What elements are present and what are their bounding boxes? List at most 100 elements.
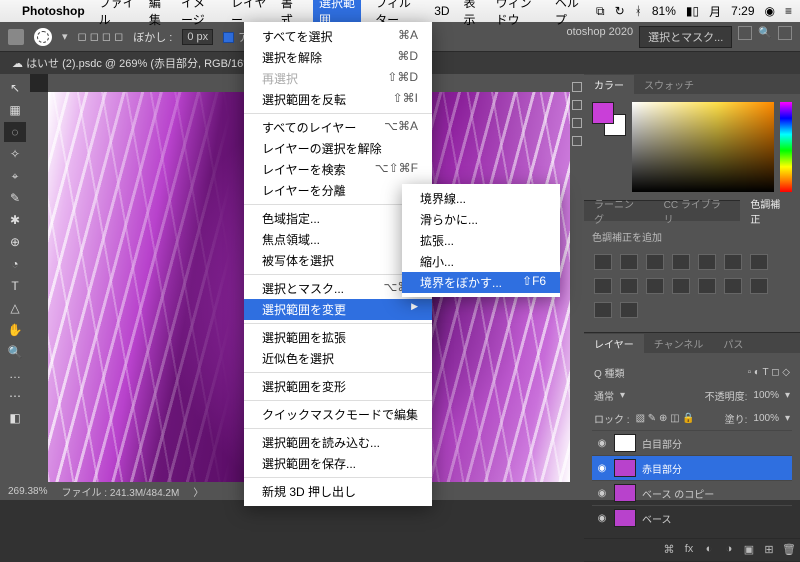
submenu-item[interactable]: 拡張...	[402, 230, 560, 251]
char-icon[interactable]	[572, 118, 582, 128]
adj-hue-icon[interactable]	[724, 254, 742, 270]
submenu-item[interactable]: 縮小...	[402, 251, 560, 272]
layer-row[interactable]: ◉ベース のコピー	[592, 480, 792, 505]
tool-3[interactable]: ✧	[4, 144, 26, 164]
hue-slider[interactable]	[780, 102, 792, 192]
tool-7[interactable]: ⊕	[4, 232, 26, 252]
tool-15[interactable]: ◧	[4, 408, 26, 428]
lock-icons[interactable]: ▧ ✎ ⊕ ◫ 🔒	[636, 413, 695, 424]
para-icon[interactable]	[572, 136, 582, 146]
menu-item[interactable]: クイックマスクモードで編集	[244, 404, 432, 425]
fill-value[interactable]: 100%	[753, 413, 779, 424]
layer-row[interactable]: ◉白目部分	[592, 430, 792, 455]
adj-curves-icon[interactable]	[646, 254, 664, 270]
menu-item[interactable]: レイヤーの選択を解除	[244, 138, 432, 159]
bluetooth-icon[interactable]: ᚼ	[635, 4, 642, 18]
share-icon[interactable]	[778, 26, 792, 40]
tab-cclib[interactable]: CC ライブラリ	[654, 194, 741, 228]
submenu-item[interactable]: 境界をぼかす...⇧F6	[402, 272, 560, 293]
tool-14[interactable]: ⋯	[4, 386, 26, 406]
marquee-tool-icon[interactable]	[34, 28, 52, 46]
visibility-icon[interactable]: ◉	[596, 463, 608, 474]
menu-item[interactable]: 選択範囲を反転⇧⌘I	[244, 89, 432, 110]
tool-0[interactable]: ↖	[4, 78, 26, 98]
tab-layers[interactable]: レイヤー	[584, 334, 644, 353]
menu-3d[interactable]: 3D	[434, 4, 449, 18]
submenu-item[interactable]: 境界線...	[402, 188, 560, 209]
tool-9[interactable]: T	[4, 276, 26, 296]
menu-item[interactable]: レイヤーを検索⌥⇧⌘F	[244, 159, 432, 180]
menu-item[interactable]: 選択範囲を変形	[244, 376, 432, 397]
menu-window[interactable]: ウィンドウ	[496, 0, 541, 28]
tab-channels[interactable]: チャンネル	[644, 334, 714, 353]
tool-6[interactable]: ✱	[4, 210, 26, 230]
tab-adjust[interactable]: 色調補正	[740, 194, 800, 228]
siri-icon[interactable]: ◉	[765, 4, 775, 18]
collapsed-panel-strip[interactable]	[570, 74, 584, 482]
adj-poster-icon[interactable]	[724, 278, 742, 294]
menu-item[interactable]: 新規 3D 押し出し	[244, 481, 432, 502]
trash-icon[interactable]: 🗑	[782, 543, 796, 557]
submenu-item[interactable]: 滑らかに...	[402, 209, 560, 230]
adj-lookup-icon[interactable]	[672, 278, 690, 294]
status-chevron-icon[interactable]: 〉	[193, 484, 203, 499]
adj-bw-icon[interactable]	[594, 278, 612, 294]
layer-row[interactable]: ◉ベース	[592, 505, 792, 530]
menu-edit[interactable]: 編集	[149, 0, 167, 28]
visibility-icon[interactable]: ◉	[596, 513, 608, 524]
tab-color[interactable]: カラー	[584, 75, 634, 94]
notif-icon[interactable]: ≡	[785, 4, 792, 18]
visibility-icon[interactable]: ◉	[596, 488, 608, 499]
layer-thumb[interactable]	[614, 434, 636, 452]
menu-help[interactable]: ヘルプ	[555, 0, 582, 28]
ruler-vertical[interactable]	[30, 92, 48, 482]
menu-item[interactable]: 選択範囲を読み込む...	[244, 432, 432, 453]
adj-vibrance-icon[interactable]	[698, 254, 716, 270]
battery-icon[interactable]: ▮▯	[686, 4, 699, 18]
layer-thumb[interactable]	[614, 509, 636, 527]
menu-item[interactable]: 近似色を選択	[244, 348, 432, 369]
visibility-icon[interactable]: ◉	[596, 438, 608, 449]
menu-item[interactable]: 選択範囲を保存...	[244, 453, 432, 474]
menu-view[interactable]: 表示	[464, 0, 482, 28]
group-icon[interactable]: ▣	[742, 543, 756, 557]
wifi-icon[interactable]: ⧉	[596, 4, 605, 19]
layer-thumb[interactable]	[614, 459, 636, 477]
fg-bg-swatch[interactable]	[592, 102, 626, 136]
new-layer-icon[interactable]: ⊞	[762, 543, 776, 557]
tool-13[interactable]: …	[4, 364, 26, 384]
blend-mode[interactable]: 通常	[594, 388, 614, 403]
select-and-mask-button[interactable]: 選択とマスク...	[639, 26, 732, 48]
document-tab[interactable]: はいせ (2).psdc @ 269% (赤目部分, RGB/16*) *	[26, 55, 258, 71]
adj-mixer-icon[interactable]	[646, 278, 664, 294]
layer-filter[interactable]: Q 種類	[594, 365, 625, 380]
adj-balance-icon[interactable]	[750, 254, 768, 270]
adj-exposure-icon[interactable]	[672, 254, 690, 270]
adj-selcolor-icon[interactable]	[620, 302, 638, 318]
layer-row[interactable]: ◉赤目部分	[592, 455, 792, 480]
home-icon[interactable]	[8, 29, 24, 45]
menu-item[interactable]: すべてのレイヤー⌥⌘A	[244, 117, 432, 138]
search-icon[interactable]: 🔍	[758, 26, 772, 48]
tool-10[interactable]: △	[4, 298, 26, 318]
fx-icon[interactable]: fx	[682, 543, 696, 557]
workspace-icon[interactable]	[738, 26, 752, 40]
menu-file[interactable]: ファイル	[99, 0, 135, 28]
menu-item[interactable]: 選択範囲を変更	[244, 299, 432, 320]
tool-2[interactable]: ◌	[4, 122, 26, 142]
tool-8[interactable]: ◔	[4, 254, 26, 274]
adj-levels-icon[interactable]	[620, 254, 638, 270]
opacity-value[interactable]: 100%	[753, 390, 779, 401]
menu-image[interactable]: イメージ	[181, 0, 217, 28]
color-spectrum[interactable]	[632, 102, 774, 192]
adjust-icon[interactable]: ◑	[722, 543, 736, 557]
properties-icon[interactable]	[572, 100, 582, 110]
adj-brightness-icon[interactable]	[594, 254, 612, 270]
zoom-level[interactable]: 269.38%	[8, 486, 47, 497]
feather-field[interactable]: 0 px	[182, 29, 213, 45]
tab-paths[interactable]: パス	[713, 334, 753, 353]
link-icon[interactable]: ⌘	[662, 543, 676, 557]
app-name[interactable]: Photoshop	[22, 4, 85, 18]
tool-4[interactable]: ⌖	[4, 166, 26, 186]
tab-swatches[interactable]: スウォッチ	[634, 75, 704, 94]
